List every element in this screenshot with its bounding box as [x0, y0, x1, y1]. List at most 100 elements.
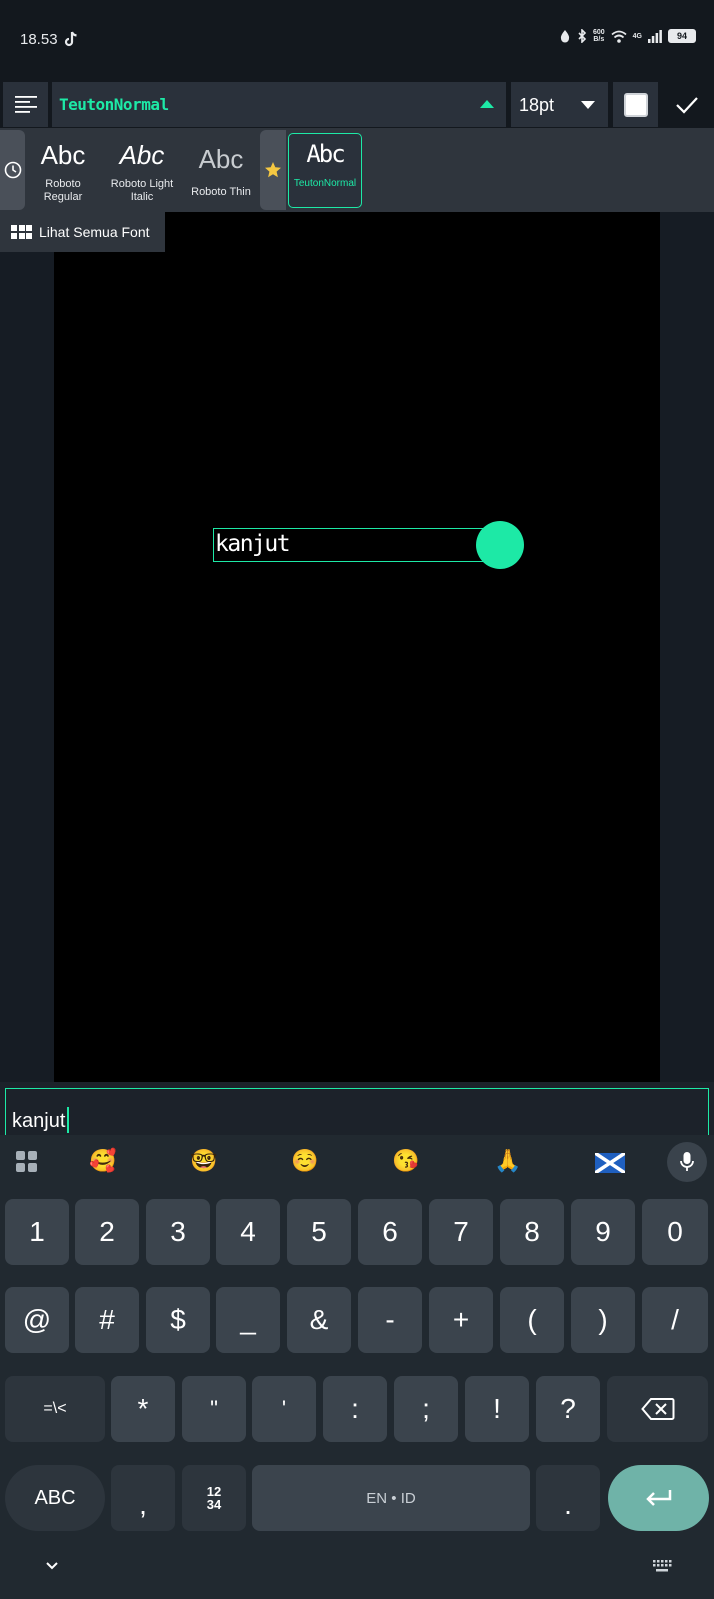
key-2[interactable]: 2	[75, 1199, 139, 1265]
backspace-button[interactable]	[607, 1376, 708, 1442]
resize-handle[interactable]	[476, 521, 524, 569]
hide-keyboard-icon[interactable]	[45, 1561, 59, 1571]
check-icon	[675, 96, 698, 114]
emoji-suggestion[interactable]: 🙏	[494, 1148, 521, 1174]
data-saver-icon	[560, 30, 570, 43]
keyboard-switch-icon[interactable]	[652, 1559, 672, 1573]
emoji-suggestion[interactable]: 🥰	[89, 1148, 116, 1174]
text-color-button[interactable]	[613, 82, 658, 127]
key-exclamation[interactable]: !	[465, 1376, 529, 1442]
text-input[interactable]: kanjut	[5, 1088, 709, 1135]
key-3[interactable]: 3	[146, 1199, 210, 1265]
key-minus[interactable]: -	[358, 1287, 422, 1353]
key-1[interactable]: 1	[5, 1199, 69, 1265]
key-single-quote[interactable]: '	[252, 1376, 316, 1442]
suggestion-row: 🥰 🤓 ☺️ 😘 🙏	[0, 1135, 714, 1188]
text-toolbar: TeutonNormal 18pt	[0, 80, 714, 128]
enter-button[interactable]	[608, 1465, 709, 1531]
emoji-suggestion[interactable]: ☺️	[291, 1148, 318, 1174]
key-double-quote[interactable]: "	[182, 1376, 246, 1442]
net-speed: 600 B/s	[593, 29, 605, 43]
recent-fonts-button[interactable]	[0, 130, 25, 210]
font-option-roboto-light-italic[interactable]: Abc Roboto Light Italic	[104, 128, 180, 212]
key-question[interactable]: ?	[536, 1376, 600, 1442]
net-speed-unit: B/s	[593, 36, 605, 43]
wifi-icon	[611, 30, 627, 43]
confirm-button[interactable]	[664, 82, 709, 127]
key-ampersand[interactable]: &	[287, 1287, 351, 1353]
enter-icon	[645, 1490, 671, 1506]
key-semicolon[interactable]: ;	[394, 1376, 458, 1442]
emoji-suggestion[interactable]: 🤓	[190, 1148, 217, 1174]
grid-icon	[11, 225, 32, 239]
status-icons: 600 B/s 4G 94	[559, 29, 696, 43]
font-option-roboto-regular[interactable]: Abc Roboto Regular	[28, 128, 98, 212]
text-cursor	[67, 1107, 70, 1133]
key-plus[interactable]: +	[429, 1287, 493, 1353]
signal-icon	[648, 29, 662, 43]
emoji-suggestion[interactable]: 😘	[392, 1148, 419, 1174]
key-0[interactable]: 0	[642, 1199, 708, 1265]
font-dropdown-label: TeutonNormal	[59, 95, 169, 114]
screen: 18.53 600 B/s 4G 94 TeutonNormal 18pt Ab…	[0, 0, 714, 1599]
text-layer-box[interactable]: kanjut	[213, 528, 488, 562]
clock-icon	[4, 161, 21, 179]
key-slash[interactable]: /	[642, 1287, 708, 1353]
net-speed-value: 600	[592, 29, 605, 36]
font-size-dropdown[interactable]: 18pt	[511, 82, 608, 127]
font-sample: Abc	[119, 140, 165, 170]
keyboard-bottom-bar	[0, 1539, 714, 1599]
voice-input-button[interactable]	[667, 1142, 707, 1182]
key-4[interactable]: 4	[216, 1199, 280, 1265]
key-paren-open[interactable]: (	[500, 1287, 564, 1353]
view-all-fonts-button[interactable]: Lihat Semua Font	[0, 212, 165, 252]
apps-grid-icon[interactable]	[15, 1150, 39, 1174]
key-paren-close[interactable]: )	[571, 1287, 635, 1353]
key-underscore[interactable]: _	[216, 1287, 280, 1353]
network-type: 4G	[632, 32, 642, 40]
font-option-label: Roboto Light Italic	[110, 178, 174, 203]
key-7[interactable]: 7	[429, 1199, 493, 1265]
key-period[interactable]: .	[536, 1465, 600, 1531]
key-8[interactable]: 8	[500, 1199, 564, 1265]
key-6[interactable]: 6	[358, 1199, 422, 1265]
text-input-value: kanjut	[12, 1107, 70, 1133]
font-dropdown[interactable]: TeutonNormal	[52, 82, 506, 127]
align-left-icon	[14, 95, 37, 113]
key-colon[interactable]: :	[323, 1376, 387, 1442]
font-sample: Abc	[306, 140, 345, 168]
keyboard: 🥰 🤓 ☺️ 😘 🙏 1 2 3 4 5 6 7 8 9 0 @ # $ _ &…	[0, 1135, 714, 1599]
font-option-label: Roboto Thin	[191, 186, 251, 198]
font-option-label: Roboto Regular	[43, 178, 83, 203]
key-9[interactable]: 9	[571, 1199, 635, 1265]
font-size-label: 18pt	[519, 95, 555, 115]
key-comma[interactable]: ,	[111, 1465, 175, 1531]
color-swatch	[623, 92, 648, 117]
font-option-roboto-thin[interactable]: Abc Roboto Thin	[186, 128, 256, 212]
favorite-fonts-button[interactable]	[260, 130, 286, 210]
numpad-label-bottom: 34	[206, 1497, 222, 1512]
text-input-area: kanjut	[0, 1082, 714, 1135]
key-5[interactable]: 5	[287, 1199, 351, 1265]
font-sample: Abc	[198, 144, 244, 174]
tiktok-icon	[64, 31, 77, 47]
font-option-teutonnormal[interactable]: Abc TeutonNormal	[288, 133, 362, 208]
abc-keyboard-button[interactable]: ABC	[5, 1465, 105, 1531]
caret-down-icon	[581, 101, 595, 109]
numpad-button[interactable]: 12 34	[182, 1465, 246, 1531]
status-bar: 18.53 600 B/s 4G 94	[0, 0, 714, 80]
key-dollar[interactable]: $	[146, 1287, 210, 1353]
align-button[interactable]	[3, 82, 48, 127]
editor-canvas[interactable]	[54, 212, 660, 1082]
more-symbols-button[interactable]: =\<	[5, 1376, 105, 1442]
key-at[interactable]: @	[5, 1287, 69, 1353]
key-hash[interactable]: #	[75, 1287, 139, 1353]
backspace-icon	[640, 1398, 674, 1420]
status-time: 18.53	[20, 31, 58, 48]
view-all-fonts-label: Lihat Semua Font	[39, 224, 150, 240]
key-asterisk[interactable]: *	[111, 1376, 175, 1442]
scotland-flag-icon[interactable]	[595, 1153, 625, 1173]
space-bar[interactable]: EN • ID	[252, 1465, 530, 1531]
star-icon	[265, 162, 281, 178]
microphone-icon	[680, 1152, 694, 1171]
